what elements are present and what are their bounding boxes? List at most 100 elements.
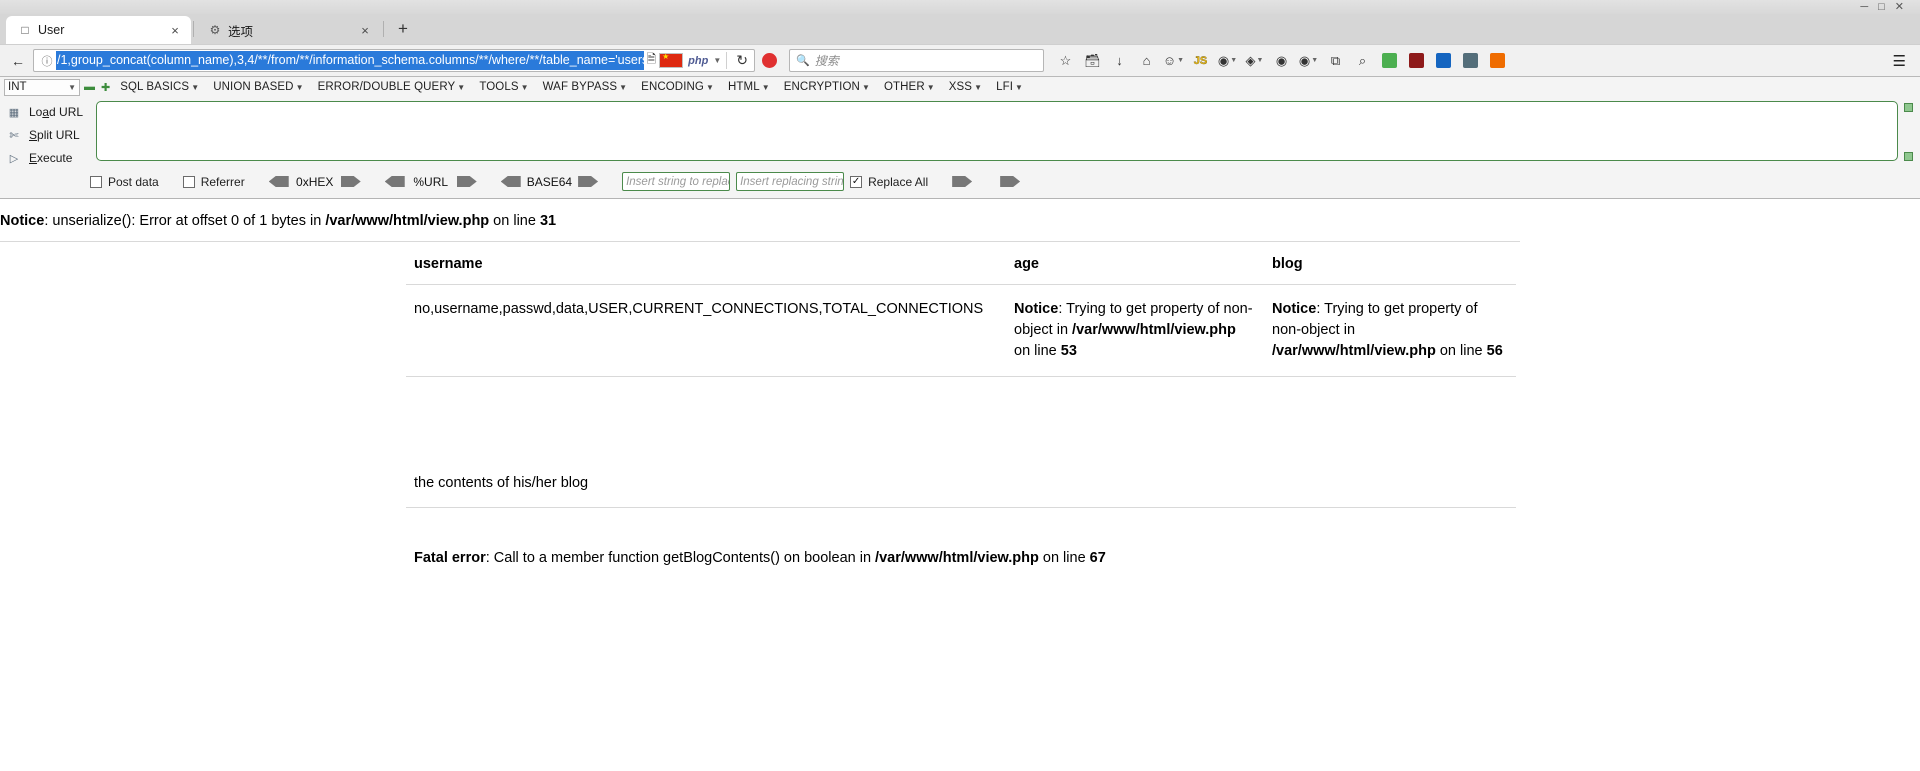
search-input[interactable]: 搜索 — [815, 52, 839, 69]
library-icon[interactable]: 🗃 — [1080, 49, 1105, 73]
cell-username: no,username,passwd,data,USER,CURRENT_CON… — [406, 284, 1006, 378]
translate-extension-icon[interactable]: ◉ ▼ — [1296, 49, 1321, 73]
tab-divider — [383, 21, 384, 37]
scroll-up-icon[interactable] — [1904, 103, 1913, 112]
copy-extension-icon[interactable]: ⧉ — [1323, 49, 1348, 73]
adblock-icon[interactable] — [1404, 49, 1429, 73]
hackbar-type-select[interactable]: INT ▼ — [4, 78, 80, 96]
hackbar-scroll-controls[interactable] — [1904, 101, 1914, 165]
chevron-down-icon: ▼ — [861, 83, 870, 92]
post-data-label: Post data — [108, 174, 159, 189]
security-shield-icon[interactable] — [762, 53, 777, 68]
hex-decode-arrow-icon[interactable] — [268, 176, 289, 187]
load-url-button[interactable]: ▦ Load URL — [6, 105, 96, 119]
hex-encode-arrow-icon[interactable] — [340, 176, 361, 187]
url-converter[interactable]: %URL — [384, 175, 477, 189]
menu-label: UNION BASED — [213, 81, 294, 93]
url-input[interactable]: /1,group_concat(column_name),3,4/**/from… — [56, 51, 644, 70]
replace-apply-arrow-icon[interactable] — [952, 176, 973, 187]
split-url-button[interactable]: ✄ Split URL — [6, 128, 96, 142]
menu-hamburger-icon[interactable]: ☰ — [1893, 52, 1914, 70]
post-data-option[interactable]: Post data — [90, 175, 159, 189]
tab-options-close-icon[interactable]: × — [357, 22, 373, 38]
search-bar[interactable]: 🔍 搜索 — [789, 49, 1044, 72]
blog-notice-line: 56 — [1486, 343, 1503, 360]
post-data-checkbox[interactable] — [90, 175, 102, 188]
account-icon[interactable]: ☺ ▼ — [1161, 49, 1186, 73]
hackbar-menu-html[interactable]: HTML ▼ — [722, 81, 776, 93]
zoom-in-icon[interactable]: ✚ — [99, 81, 112, 94]
unserialize-notice: Notice: unserialize(): Error at offset 0… — [0, 199, 1920, 231]
misc-extension-icon[interactable] — [1485, 49, 1510, 73]
downloads-icon[interactable]: ↓ — [1107, 49, 1132, 73]
chevron-down-icon[interactable]: ▼ — [713, 56, 721, 65]
hackbar-menu-xss[interactable]: XSS ▼ — [943, 81, 988, 93]
hackbar-menu-lfi[interactable]: LFI ▼ — [990, 81, 1029, 93]
replace-all-checkbox[interactable]: ✓ — [850, 175, 863, 188]
age-notice-text-2: on line — [1014, 343, 1061, 360]
base64-converter[interactable]: BASE64 — [500, 175, 599, 189]
base64-decode-arrow-icon[interactable] — [500, 176, 521, 187]
cookie-editor-icon[interactable] — [1458, 49, 1483, 73]
privacy-shield-icon[interactable] — [1377, 49, 1402, 73]
info-circle-icon[interactable]: ⓘ — [38, 53, 56, 69]
chevron-down-icon: ▼ — [619, 83, 628, 92]
tab-options-label: 选项 — [228, 24, 254, 39]
zoom-out-icon[interactable]: ▬ — [82, 81, 97, 93]
load-url-icon: ▦ — [8, 106, 20, 119]
home-icon[interactable]: ⌂ — [1134, 49, 1159, 73]
replace-all-option[interactable]: ✓ Replace All — [850, 175, 928, 189]
javascript-toggle-icon[interactable]: JS — [1188, 49, 1213, 73]
hackbar-menu-other[interactable]: OTHER ▼ — [878, 81, 941, 93]
notice-text: : unserialize(): Error at offset 0 of 1 … — [44, 213, 326, 229]
table-row: no,username,passwd,data,USER,CURRENT_CON… — [406, 284, 1516, 378]
bookmark-star-icon[interactable]: ☆ — [1053, 49, 1078, 73]
chevron-down-icon: ▼ — [191, 83, 200, 92]
hackbar-menu-tools[interactable]: TOOLS ▼ — [473, 81, 534, 93]
url-divider — [726, 52, 728, 69]
hackbar-request-textarea[interactable] — [96, 101, 1898, 161]
replace-from-input[interactable]: Insert string to replace — [622, 172, 731, 191]
blog-notice-path: /var/www/html/view.php — [1272, 343, 1436, 360]
tab-divider — [193, 21, 194, 37]
back-arrow-icon[interactable]: ← — [6, 49, 30, 73]
replace-all-label: Replace All — [868, 174, 929, 189]
url-encode-arrow-icon[interactable] — [456, 176, 477, 187]
referrer-checkbox[interactable] — [182, 175, 195, 188]
zoom-extension-icon[interactable]: ⌕ — [1350, 49, 1375, 73]
url-bar[interactable]: ⓘ /1,group_concat(column_name),3,4/**/fr… — [33, 49, 755, 72]
page-icon: □ — [21, 23, 29, 37]
replace-apply-controls[interactable] — [952, 176, 1021, 187]
column-header-username: username — [406, 242, 1006, 286]
tab-user-close-icon[interactable]: × — [167, 22, 183, 38]
wappalyzer-icon[interactable]: ◈ ▼ — [1242, 49, 1267, 73]
base64-encode-arrow-icon[interactable] — [578, 176, 599, 187]
hackbar-menu-error-double-query[interactable]: ERROR/DOUBLE QUERY ▼ — [312, 81, 472, 93]
fatal-error-message: Fatal error: Call to a member function g… — [406, 534, 1516, 568]
notes-extension-icon[interactable] — [1431, 49, 1456, 73]
china-flag-icon[interactable] — [659, 52, 684, 68]
hackbar-menu-union-based[interactable]: UNION BASED ▼ — [207, 81, 309, 93]
reader-view-icon[interactable]: 🗎 — [647, 50, 657, 71]
scroll-down-icon[interactable] — [1904, 152, 1913, 161]
window-controls[interactable]: ─□✕ — [1860, 0, 1914, 13]
url-decode-arrow-icon[interactable] — [384, 176, 405, 187]
hackbar-menu-encoding[interactable]: ENCODING ▼ — [635, 81, 720, 93]
hackbar-menu-row: INT ▼ ▬ ✚ SQL BASICS ▼ UNION BASED ▼ ERROR… — [0, 77, 1920, 97]
hackbar-menu-encryption[interactable]: ENCRYPTION ▼ — [778, 81, 876, 93]
reload-icon[interactable]: ↻ — [732, 52, 752, 69]
hex-converter[interactable]: 0xHEX — [268, 175, 361, 189]
tab-options[interactable]: ⚙ 选项 × — [196, 16, 381, 44]
replace-to-input[interactable]: Insert replacing string — [736, 172, 845, 191]
referrer-option[interactable]: Referrer — [182, 175, 245, 189]
tab-user[interactable]: □ User × — [6, 16, 191, 44]
hackbar-menu-sql-basics[interactable]: SQL BASICS ▼ — [114, 81, 205, 93]
execute-button[interactable]: ▷ Execute — [6, 151, 96, 165]
tab-user-label: User — [38, 23, 65, 37]
useragent-switcher-icon[interactable]: ◉ — [1269, 49, 1294, 73]
hackbar-menu-waf-bypass[interactable]: WAF BYPASS ▼ — [537, 81, 634, 93]
replace-revert-arrow-icon[interactable] — [1000, 176, 1021, 187]
cell-blog: Notice: Trying to get property of non-ob… — [1264, 284, 1516, 378]
proxy-extension-icon[interactable]: ◉ ▼ — [1215, 49, 1240, 73]
new-tab-button[interactable]: + — [390, 16, 416, 42]
